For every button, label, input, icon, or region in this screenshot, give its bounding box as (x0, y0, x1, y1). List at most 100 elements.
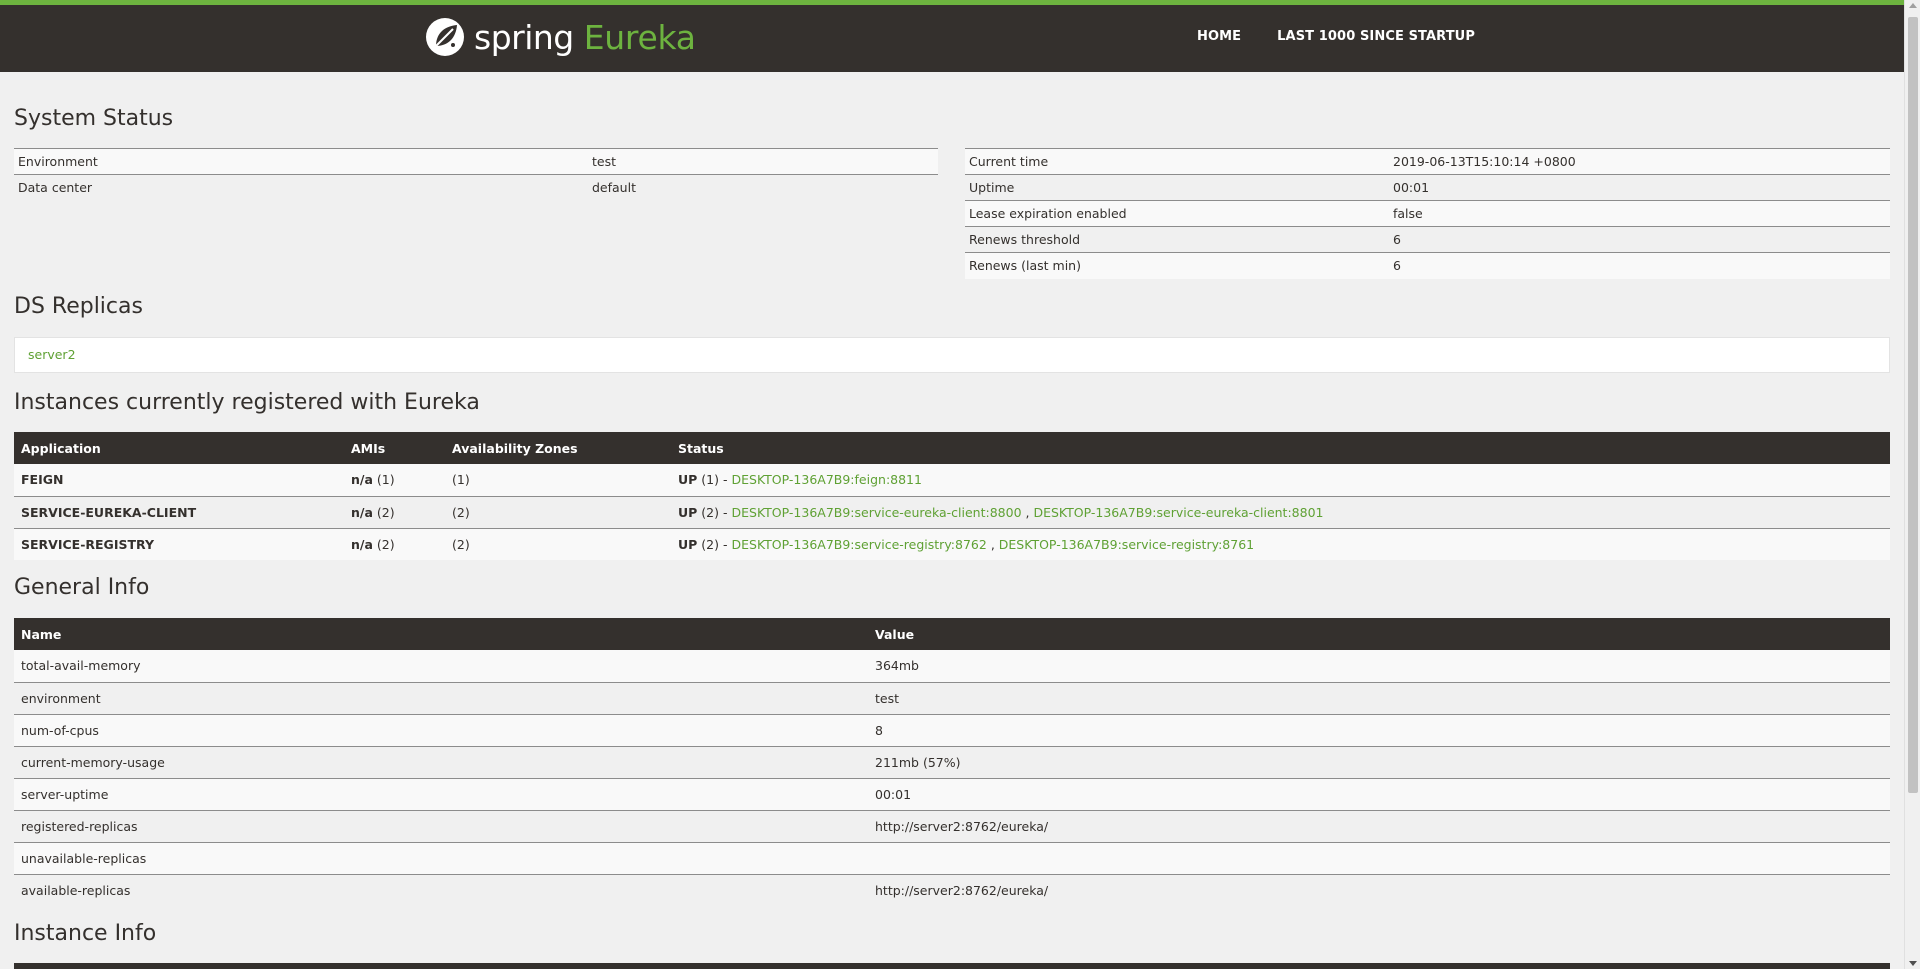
instances-table: Application AMIs Availability Zones Stat… (14, 432, 1890, 560)
eureka-dashboard: spring Eureka HOME LAST 1000 SINCE START… (0, 0, 1920, 969)
column-header-status: Status (671, 432, 1890, 464)
zones-cell: (2) (445, 527, 671, 560)
ds-replicas-title: DS Replicas (14, 294, 143, 319)
amis-na: n/a (351, 536, 373, 552)
status-value: 6 (1389, 252, 1890, 279)
status-value: false (1389, 200, 1890, 227)
status-cell: UP (2) - DESKTOP-136A7B9:service-eureka-… (671, 495, 1890, 528)
zones-cell: (2) (445, 495, 671, 528)
status-label: Renews threshold (965, 226, 1389, 253)
status-value: test (588, 148, 938, 175)
status-value: 00:01 (1389, 174, 1890, 201)
table-row: num-of-cpus 8 (14, 713, 1890, 746)
table-row: Environment test (14, 148, 938, 175)
table-row: Current time 2019-06-13T15:10:14 +0800 (965, 148, 1890, 175)
table-header-row: Application AMIs Availability Zones Stat… (14, 432, 1890, 464)
amis-na: n/a (351, 504, 373, 520)
status-up: UP (678, 504, 698, 520)
table-header-row: Name Value (14, 618, 1890, 650)
status-label: Data center (14, 174, 588, 201)
table-row: current-memory-usage 211mb (57%) (14, 745, 1890, 778)
amis-count: (2) (376, 536, 395, 552)
column-header-name: Name (14, 618, 868, 650)
top-navbar: spring Eureka HOME LAST 1000 SINCE START… (0, 0, 1904, 72)
table-row: available-replicas http://server2:8762/e… (14, 873, 1890, 906)
table-row: FEIGN n/a (1) (1) UP (1) - DESKTOP-136A7… (14, 464, 1890, 496)
info-name: unavailable-replicas (14, 841, 868, 874)
amis-cell: n/a (1) (344, 464, 445, 496)
status-count: (2) - (701, 536, 728, 552)
info-value: 00:01 (868, 777, 1890, 810)
spring-leaf-icon (426, 18, 464, 56)
nav-last-1000-link[interactable]: LAST 1000 SINCE STARTUP (1277, 29, 1475, 44)
instances-title: Instances currently registered with Eure… (14, 390, 480, 415)
column-header-availability-zones: Availability Zones (445, 432, 671, 464)
scrollbar-thumb[interactable] (1908, 17, 1918, 793)
brand-spring-text: spring (474, 17, 574, 57)
info-value: http://server2:8762/eureka/ (868, 809, 1890, 842)
system-status-right-table: Current time 2019-06-13T15:10:14 +0800 U… (965, 148, 1890, 279)
status-value: 6 (1389, 226, 1890, 253)
instance-link[interactable]: DESKTOP-136A7B9:feign:8811 (731, 472, 921, 487)
table-row: total-avail-memory 364mb (14, 650, 1890, 682)
info-name: environment (14, 681, 868, 714)
instance-link[interactable]: DESKTOP-136A7B9:service-registry:8762 (731, 537, 986, 552)
amis-count: (1) (376, 472, 395, 488)
status-label: Current time (965, 148, 1389, 175)
info-name: registered-replicas (14, 809, 868, 842)
instance-info-table-header (14, 963, 1890, 969)
status-count: (1) - (701, 472, 728, 488)
table-row: Renews (last min) 6 (965, 252, 1890, 279)
info-value: http://server2:8762/eureka/ (868, 873, 1890, 906)
status-up: UP (678, 536, 698, 552)
table-row: Uptime 00:01 (965, 174, 1890, 201)
application-name: FEIGN (14, 464, 344, 496)
status-up: UP (678, 472, 698, 488)
info-name: total-avail-memory (14, 650, 868, 682)
instance-link[interactable]: DESKTOP-136A7B9:service-registry:8761 (999, 537, 1254, 552)
amis-count: (2) (376, 504, 395, 520)
table-row: environment test (14, 681, 1890, 714)
table-row: Lease expiration enabled false (965, 200, 1890, 227)
instance-link[interactable]: DESKTOP-136A7B9:service-eureka-client:88… (1033, 505, 1323, 520)
general-info-table: Name Value total-avail-memory 364mb envi… (14, 618, 1890, 906)
system-status-title: System Status (14, 106, 174, 131)
system-status-left-table: Environment test Data center default (14, 148, 938, 201)
instance-info-title: Instance Info (14, 921, 157, 946)
status-label: Lease expiration enabled (965, 200, 1389, 227)
column-header-value: Value (868, 618, 1890, 650)
replica-link-server2[interactable]: server2 (28, 347, 76, 362)
info-name: num-of-cpus (14, 713, 868, 746)
status-cell: UP (1) - DESKTOP-136A7B9:feign:8811 (671, 464, 1890, 496)
brand-logo-link[interactable]: spring Eureka (424, 13, 696, 61)
info-value (868, 841, 1890, 874)
status-count: (2) - (701, 504, 728, 520)
application-name: SERVICE-EUREKA-CLIENT (14, 495, 344, 528)
amis-cell: n/a (2) (344, 527, 445, 560)
table-row: server-uptime 00:01 (14, 777, 1890, 810)
amis-cell: n/a (2) (344, 495, 445, 528)
info-value: 364mb (868, 650, 1890, 682)
table-row: SERVICE-EUREKA-CLIENT n/a (2) (2) UP (2)… (14, 495, 1890, 528)
status-label: Uptime (965, 174, 1389, 201)
nav-home-link[interactable]: HOME (1197, 29, 1241, 44)
table-row: Data center default (14, 174, 938, 201)
table-row: Renews threshold 6 (965, 226, 1890, 253)
vertical-scrollbar[interactable] (1904, 0, 1920, 969)
status-value: default (588, 174, 938, 201)
general-info-title: General Info (14, 575, 150, 600)
info-name: current-memory-usage (14, 745, 868, 778)
column-header-application: Application (14, 432, 344, 464)
status-label: Renews (last min) (965, 252, 1389, 279)
brand-eureka-text: Eureka (583, 17, 696, 57)
table-row: SERVICE-REGISTRY n/a (2) (2) UP (2) - DE… (14, 527, 1890, 560)
scroll-up-arrow-icon[interactable] (1909, 3, 1917, 8)
info-name: available-replicas (14, 873, 868, 906)
table-row: registered-replicas http://server2:8762/… (14, 809, 1890, 842)
info-name: server-uptime (14, 777, 868, 810)
instance-link[interactable]: DESKTOP-136A7B9:service-eureka-client:88… (731, 505, 1021, 520)
scroll-down-arrow-icon[interactable] (1909, 961, 1917, 966)
table-row: unavailable-replicas (14, 841, 1890, 874)
ds-replicas-list: server2 (14, 337, 1890, 373)
info-value: 8 (868, 713, 1890, 746)
